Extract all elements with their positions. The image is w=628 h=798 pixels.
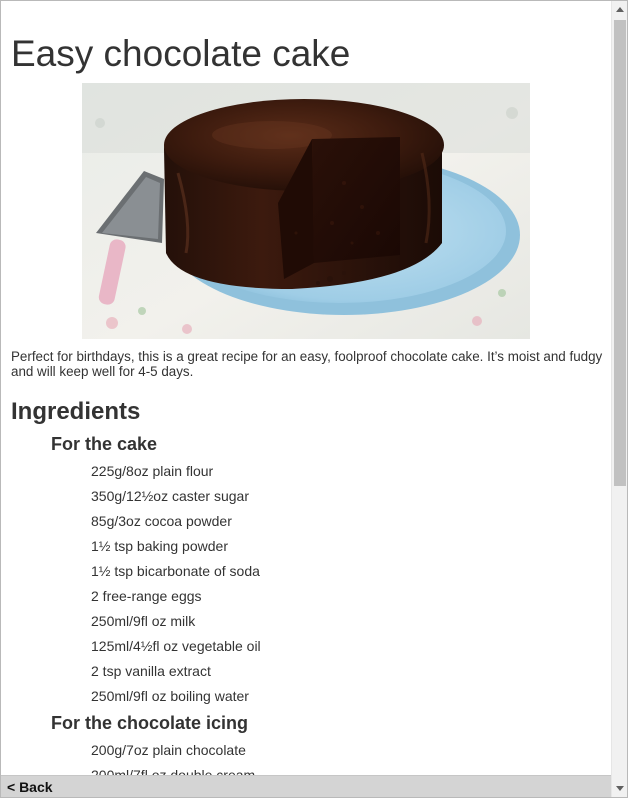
recipe-description: Perfect for birthdays, this is a great r… <box>11 349 603 379</box>
ingredient-item: 250ml/9fl oz milk <box>91 613 196 629</box>
ingredients-list-cake: 225g/8oz plain flour 350g/12½oz caster s… <box>91 463 261 713</box>
ingredient-item: 2 free-range eggs <box>91 588 202 604</box>
back-button[interactable]: < Back <box>7 779 53 795</box>
footer-bar: < Back <box>1 775 611 797</box>
ingredient-item: 125ml/4½fl oz vegetable oil <box>91 638 261 654</box>
ingredient-item: 1½ tsp baking powder <box>91 538 228 554</box>
scroll-down-arrow-icon[interactable] <box>612 780 627 797</box>
ingredients-list-icing: 200g/7oz plain chocolate 200ml/7fl oz do… <box>91 742 255 775</box>
page-title: Easy chocolate cake <box>11 33 351 74</box>
ingredients-group-title-icing: For the chocolate icing <box>51 713 249 733</box>
vertical-scrollbar[interactable] <box>611 1 627 797</box>
scroll-up-arrow-icon[interactable] <box>612 1 627 18</box>
scrollbar-thumb[interactable] <box>614 20 626 486</box>
ingredient-item: 2 tsp vanilla extract <box>91 663 211 679</box>
ingredient-item: 250ml/9fl oz boiling water <box>91 688 249 704</box>
ingredient-item: 350g/12½oz caster sugar <box>91 488 249 504</box>
ingredient-item: 225g/8oz plain flour <box>91 463 214 479</box>
ingredients-heading: Ingredients <box>11 398 141 425</box>
ingredient-item: 200ml/7fl oz double cream <box>91 767 256 775</box>
ingredient-item: 200g/7oz plain chocolate <box>91 742 246 758</box>
cake-photo <box>82 83 530 339</box>
ingredients-group-title-cake: For the cake <box>51 434 158 454</box>
ingredient-item: 1½ tsp bicarbonate of soda <box>91 563 260 579</box>
ingredient-item: 85g/3oz cocoa powder <box>91 513 232 529</box>
recipe-page: Easy chocolate cake Perfect for birthday… <box>1 1 611 775</box>
app-window: Easy chocolate cake Perfect for birthday… <box>0 0 628 798</box>
